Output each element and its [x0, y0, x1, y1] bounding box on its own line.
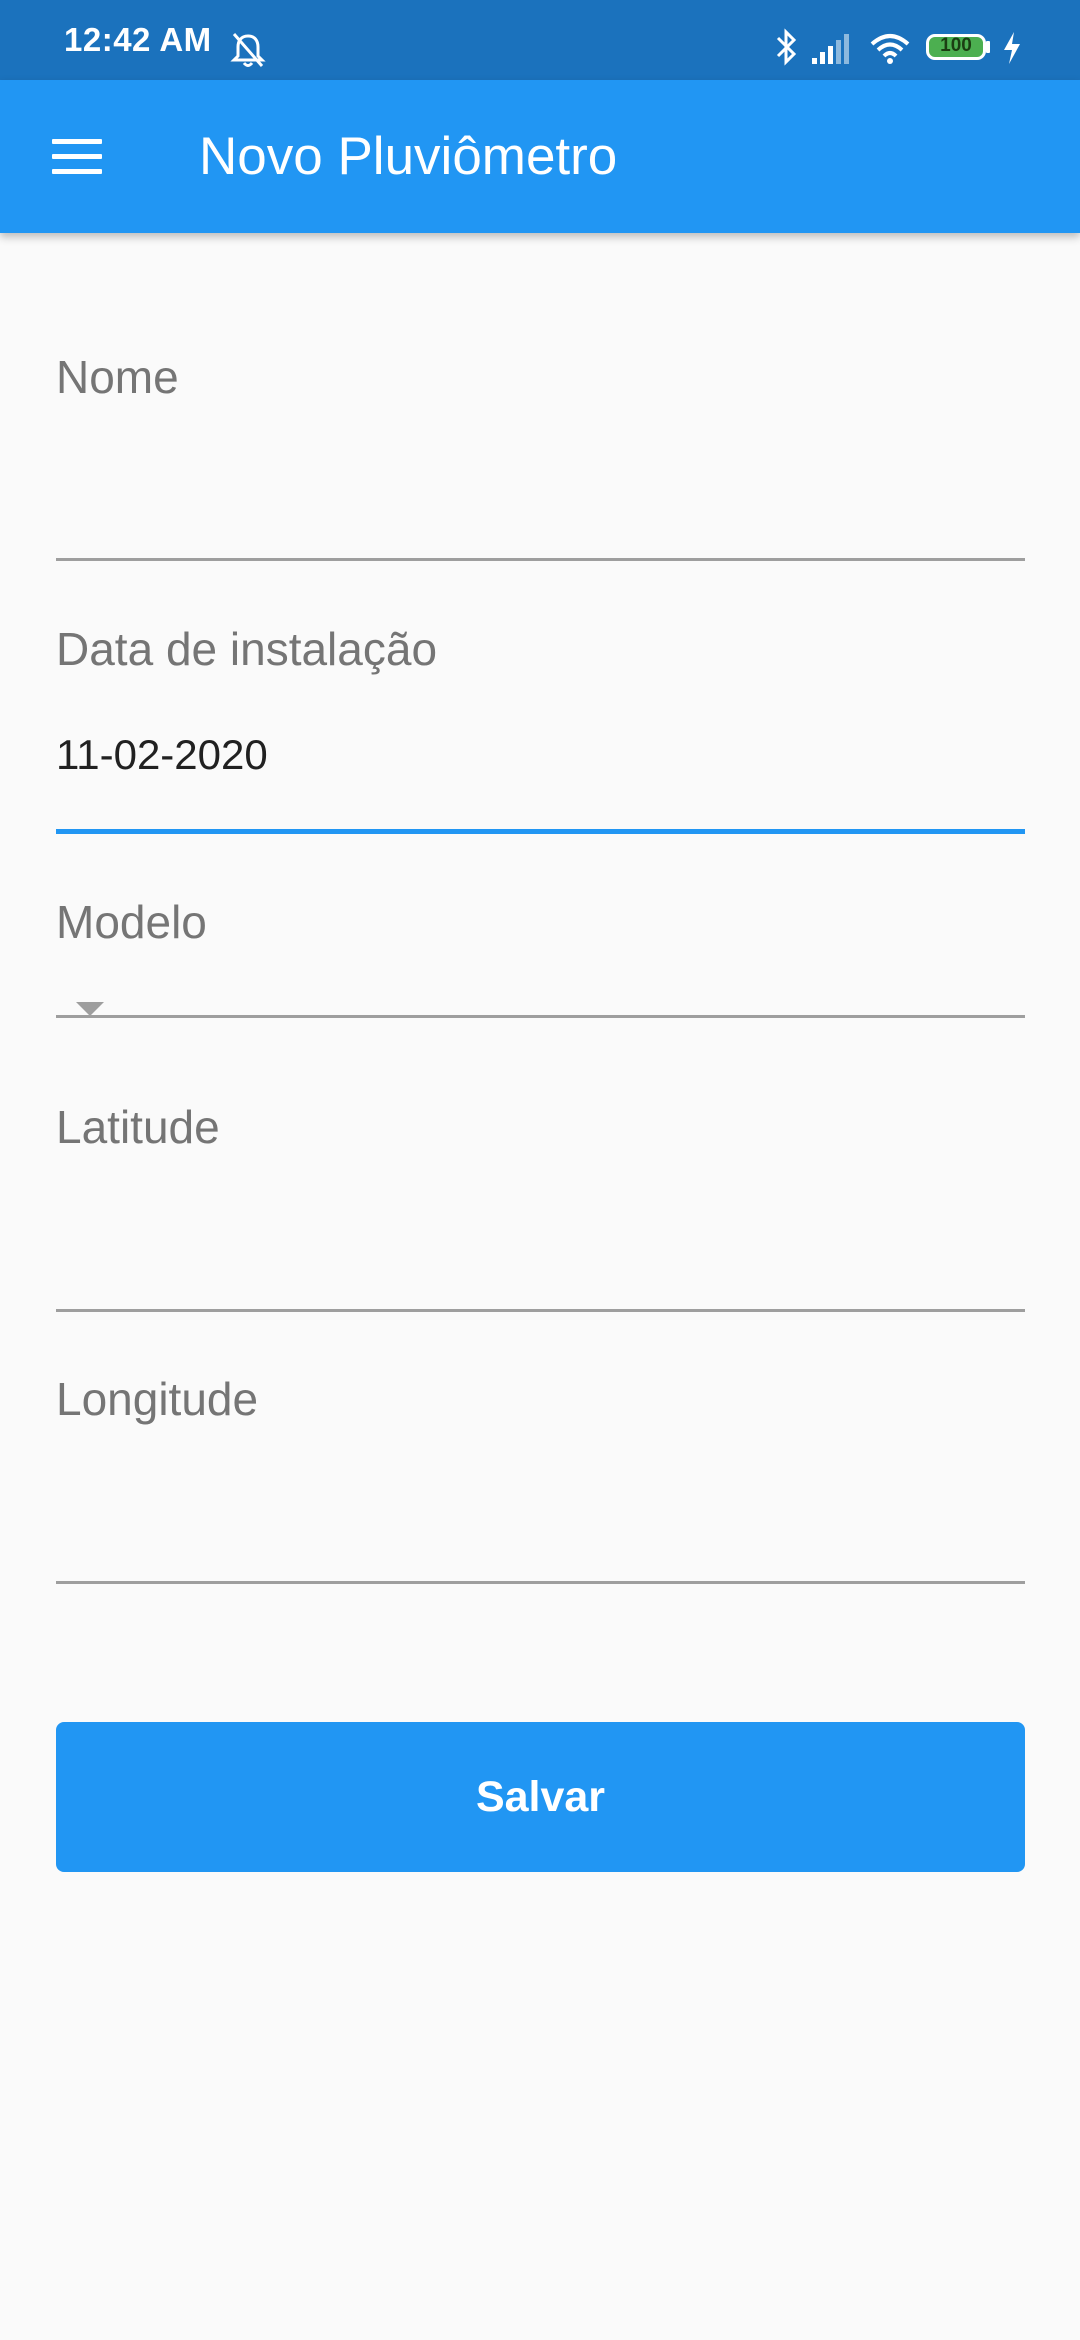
bluetooth-icon	[776, 28, 797, 66]
data-instalacao-underline	[56, 829, 1025, 834]
save-button[interactable]: Salvar	[56, 1722, 1025, 1872]
modelo-label: Modelo	[56, 896, 207, 948]
data-instalacao-label: Data de instalação	[56, 623, 438, 675]
bell-off-icon	[230, 33, 266, 67]
data-instalacao-field[interactable]: Data de instalação	[56, 612, 1025, 837]
battery-tip	[986, 41, 990, 53]
longitude-label: Longitude	[56, 1373, 259, 1425]
latitude-input[interactable]	[56, 1220, 1025, 1290]
nome-underline	[56, 558, 1025, 561]
latitude-label: Latitude	[56, 1101, 220, 1153]
data-instalacao-input[interactable]	[56, 720, 1025, 790]
nome-label: Nome	[56, 351, 179, 403]
app-bar: Novo Pluviômetro	[0, 80, 1080, 233]
status-time: 12:42 AM	[64, 21, 212, 58]
nome-field[interactable]: Nome	[56, 340, 1025, 565]
longitude-underline	[56, 1581, 1025, 1584]
charging-icon	[1004, 32, 1020, 64]
nome-input[interactable]	[56, 470, 1025, 540]
modelo-dropdown[interactable]: Modelo	[56, 885, 1025, 1020]
dropdown-arrow-icon[interactable]	[76, 1002, 104, 1016]
longitude-field[interactable]: Longitude	[56, 1362, 1025, 1587]
wifi-icon	[870, 34, 910, 64]
battery-level: 100	[940, 35, 972, 56]
status-bar: 12:42 AM 100	[0, 0, 1080, 80]
latitude-field[interactable]: Latitude	[56, 1090, 1025, 1315]
battery-icon: 100	[926, 34, 986, 60]
modelo-underline	[56, 1015, 1025, 1018]
latitude-underline	[56, 1309, 1025, 1312]
page-title: Novo Pluviômetro	[199, 127, 618, 186]
longitude-input[interactable]	[56, 1492, 1025, 1562]
menu-icon[interactable]	[52, 139, 102, 175]
signal-icon	[812, 34, 849, 64]
